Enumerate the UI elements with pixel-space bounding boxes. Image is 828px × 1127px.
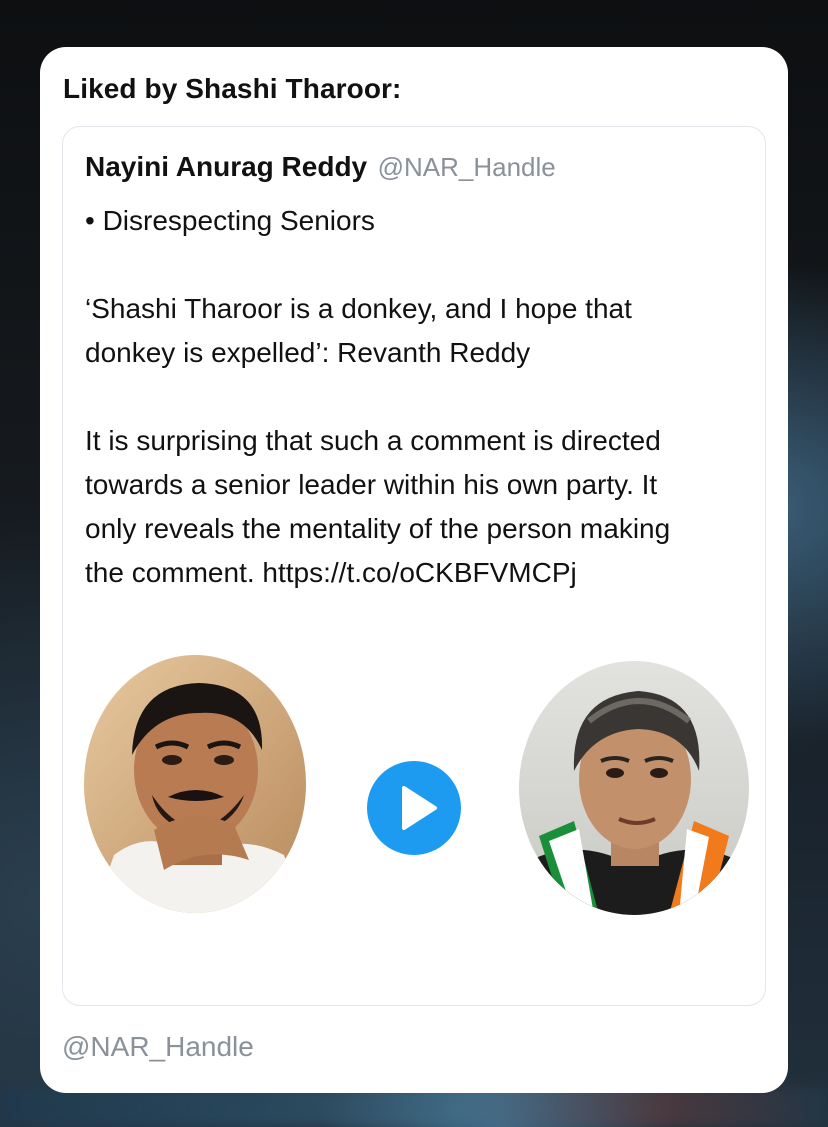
play-button[interactable] (367, 761, 461, 855)
tweet-line tweet-link-line[interactable]: the comment. https://t.co/oCKBFVMCPj (85, 551, 745, 595)
footer-handle[interactable]: @NAR_Handle (62, 1031, 254, 1063)
liked-tweet-card: Liked by Shashi Tharoor: Nayini Anurag R… (40, 47, 788, 1093)
card-title: Liked by Shashi Tharoor: (63, 73, 402, 104)
tweet-line: ‘Shashi Tharoor is a donkey, and I hope … (85, 293, 632, 324)
tweet-text: • Disrespecting Seniors ‘Shashi Tharoor … (85, 199, 745, 595)
tweet-line: • Disrespecting Seniors (85, 205, 375, 236)
author-handle[interactable]: @NAR_Handle (378, 152, 556, 182)
tweet-line: It is surprising that such a comment is … (85, 425, 661, 456)
tweet-author-line: Nayini Anurag Reddy @NAR_Handle (85, 151, 556, 183)
tweet-line: towards a senior leader within his own p… (85, 469, 658, 500)
play-icon (402, 786, 437, 830)
tweet-video-thumbnail[interactable] (63, 647, 767, 927)
background-blur (0, 1087, 828, 1127)
person-photo-left (84, 655, 306, 913)
author-name[interactable]: Nayini Anurag Reddy (85, 151, 367, 182)
embedded-tweet[interactable]: Nayini Anurag Reddy @NAR_Handle • Disres… (62, 126, 766, 1006)
person-photo-right (519, 661, 749, 915)
tweet-line: donkey is expelled’: Revanth Reddy (85, 337, 531, 368)
tweet-line: only reveals the mentality of the person… (85, 513, 671, 544)
